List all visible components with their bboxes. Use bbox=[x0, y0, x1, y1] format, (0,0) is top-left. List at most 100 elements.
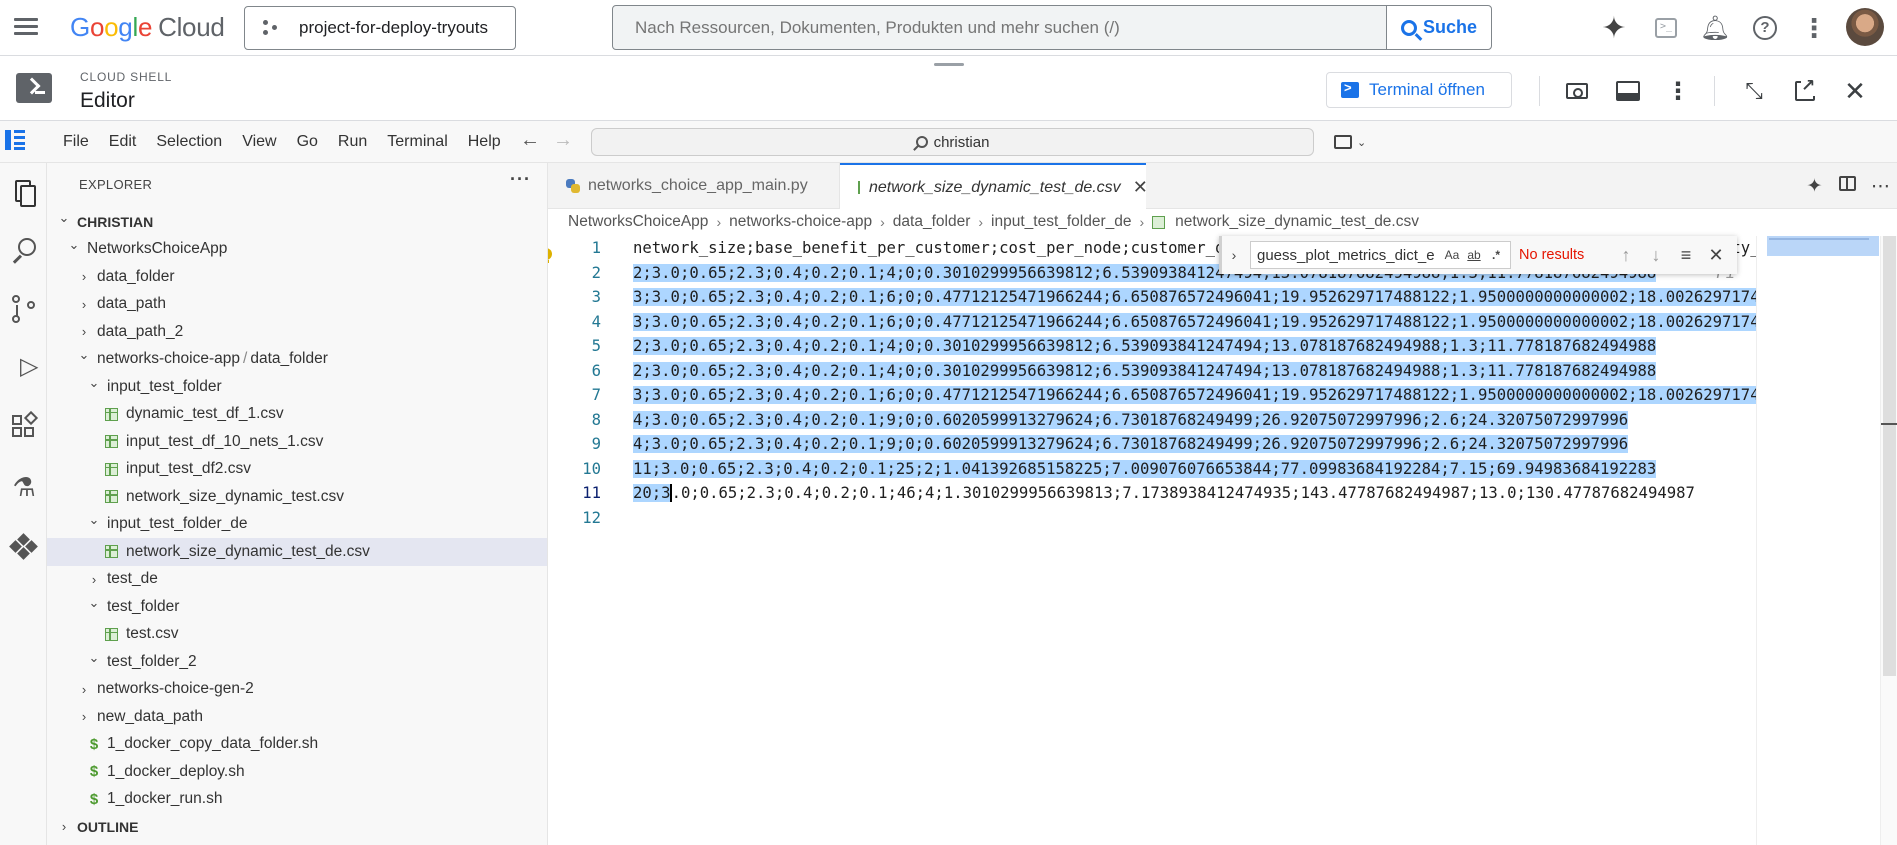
menu-go[interactable]: Go bbox=[287, 121, 328, 163]
remote-icon[interactable] bbox=[7, 530, 41, 564]
code-editor[interactable]: 1 network_size;base_benefit_per_customer;… bbox=[548, 236, 1756, 845]
command-center[interactable]: christian bbox=[591, 128, 1314, 156]
regex-icon[interactable]: .* bbox=[1485, 248, 1507, 262]
explorer-icon[interactable] bbox=[7, 175, 41, 209]
code-line[interactable]: 9 4;3.0;0.65;2.3;0.4;0.2;0.1;9;0;0.602059… bbox=[548, 432, 1756, 456]
find-input[interactable] bbox=[1251, 246, 1441, 264]
breadcrumb-item[interactable]: NetworksChoiceApp bbox=[568, 213, 708, 231]
search-input[interactable] bbox=[613, 6, 1386, 49]
tree-item[interactable]: ⌄ input_test_folder bbox=[47, 373, 547, 401]
minimize-icon[interactable]: ⤡ bbox=[1739, 76, 1769, 106]
explorer-more-icon[interactable]: ··· bbox=[510, 169, 531, 190]
forward-arrow-icon[interactable]: → bbox=[553, 129, 573, 152]
match-whole-word-icon[interactable]: ab bbox=[1463, 248, 1485, 262]
tree-item[interactable]: network_size_dynamic_test_de.csv bbox=[47, 538, 547, 566]
breadcrumb-item[interactable]: networks-choice-app bbox=[729, 213, 872, 231]
tree-item[interactable]: ⌄ NetworksChoiceApp bbox=[47, 236, 547, 264]
next-match-icon[interactable]: ↓ bbox=[1641, 245, 1671, 266]
tree-item[interactable]: › data_path_2 bbox=[47, 318, 547, 346]
menu-help[interactable]: Help bbox=[458, 121, 511, 163]
more-actions-icon[interactable]: ⋯ bbox=[1864, 175, 1897, 198]
tree-item[interactable]: › new_data_path bbox=[47, 703, 547, 731]
terminal-icon[interactable]: >_ bbox=[1650, 12, 1682, 44]
testing-icon[interactable]: ⚗︎ bbox=[7, 470, 41, 504]
project-picker[interactable]: project-for-deploy-tryouts bbox=[244, 6, 516, 50]
code-line[interactable]: 5 2;3.0;0.65;2.3;0.4;0.2;0.1;4;0;0.301029… bbox=[548, 334, 1756, 358]
tree-item[interactable]: ⌄ test_folder_2 bbox=[47, 648, 547, 676]
menu-terminal[interactable]: Terminal bbox=[377, 121, 457, 163]
google-cloud-logo[interactable]: Google Cloud bbox=[70, 12, 225, 43]
search-icon[interactable] bbox=[7, 233, 41, 267]
tree-item[interactable]: test.csv bbox=[47, 621, 547, 649]
gemini-icon[interactable]: ✦ bbox=[1598, 12, 1630, 45]
toggle-replace-icon[interactable]: › bbox=[1222, 247, 1246, 263]
split-editor-icon[interactable] bbox=[1831, 175, 1864, 197]
breadcrumb-item[interactable]: data_folder bbox=[893, 213, 971, 231]
help-icon[interactable]: ? bbox=[1749, 12, 1781, 44]
tree-item[interactable]: › test_de bbox=[47, 566, 547, 594]
tree-item[interactable]: › data_folder bbox=[47, 263, 547, 291]
code-oss-logo-icon[interactable] bbox=[5, 130, 25, 150]
tree-item[interactable]: $1_docker_copy_data_folder.sh bbox=[47, 731, 547, 759]
open-terminal-button[interactable]: Terminal öffnen bbox=[1326, 72, 1512, 108]
tree-item[interactable]: ⌄ CHRISTIAN bbox=[47, 208, 547, 236]
match-case-icon[interactable]: Aa bbox=[1441, 248, 1463, 262]
code-line[interactable]: 7 3;3.0;0.65;2.3;0.4;0.2;0.1;6;0;0.477121… bbox=[548, 383, 1756, 407]
breadcrumb-item[interactable]: input_test_folder_de bbox=[991, 213, 1131, 231]
tree-item[interactable]: network_size_dynamic_test.csv bbox=[47, 483, 547, 511]
open-new-window-icon[interactable] bbox=[1790, 76, 1820, 106]
search-button[interactable]: Suche bbox=[1386, 6, 1491, 49]
scrollbar-thumb[interactable] bbox=[1883, 236, 1896, 676]
previous-match-icon[interactable]: ↑ bbox=[1611, 245, 1641, 266]
gemini-chat-icon[interactable]: ✦ bbox=[1798, 175, 1831, 198]
minimap[interactable] bbox=[1756, 236, 1880, 845]
tree-item[interactable]: › networks-choice-gen-2 bbox=[47, 676, 547, 704]
bell-icon[interactable]: 🔔︎ bbox=[1699, 12, 1731, 44]
tree-item[interactable]: › data_path bbox=[47, 291, 547, 319]
code-line[interactable]: 4 3;3.0;0.65;2.3;0.4;0.2;0.1;6;0;0.477121… bbox=[548, 310, 1756, 334]
tab-network-size-dynamic-test-de[interactable]: network_size_dynamic_test_de.csv ✕ bbox=[840, 163, 1148, 210]
logo-letter: e bbox=[137, 12, 153, 42]
tree-item[interactable]: dynamic_test_df_1.csv bbox=[47, 401, 547, 429]
menu-selection[interactable]: Selection bbox=[146, 121, 232, 163]
layout-icon[interactable] bbox=[1613, 76, 1643, 106]
resize-handle[interactable] bbox=[934, 63, 964, 66]
chat-menu-icon[interactable]: ⌄ bbox=[1334, 130, 1374, 154]
code-line[interactable]: 8 4;3.0;0.65;2.3;0.4;0.2;0.1;9;0;0.602059… bbox=[548, 408, 1756, 432]
more-icon[interactable]: ⋮ bbox=[1663, 76, 1693, 106]
code-line[interactable]: 11 20;3.0;0.65;2.3;0.4;0.2;0.1;46;4;1.301… bbox=[548, 481, 1756, 505]
menu-edit[interactable]: Edit bbox=[99, 121, 147, 163]
tree-item[interactable]: input_test_df2.csv bbox=[47, 456, 547, 484]
tab-networks-choice-app-main[interactable]: networks_choice_app_main.py bbox=[548, 163, 840, 209]
find-in-selection-icon[interactable]: ≡ bbox=[1671, 245, 1701, 266]
menu-view[interactable]: View bbox=[232, 121, 286, 163]
back-arrow-icon[interactable]: ← bbox=[520, 129, 540, 152]
menu-icon[interactable] bbox=[14, 15, 44, 41]
code-line[interactable]: 12 bbox=[548, 506, 1756, 530]
code-line[interactable]: 10 11;3.0;0.65;2.3;0.4;0.2;0.1;25;2;1.041… bbox=[548, 457, 1756, 481]
tree-item[interactable]: input_test_df_10_nets_1.csv bbox=[47, 428, 547, 456]
tree-item[interactable]: $1_docker_deploy.sh bbox=[47, 758, 547, 786]
run-debug-icon[interactable] bbox=[7, 352, 41, 387]
code-line[interactable]: 3 3;3.0;0.65;2.3;0.4;0.2;0.1;6;0;0.477121… bbox=[548, 285, 1756, 309]
tree-item[interactable]: › OUTLINE bbox=[47, 813, 547, 841]
csv-file-icon bbox=[105, 627, 118, 641]
close-find-icon[interactable]: ✕ bbox=[1701, 245, 1731, 266]
menu-file[interactable]: File bbox=[53, 121, 99, 163]
avatar[interactable] bbox=[1846, 8, 1884, 46]
vertical-scrollbar[interactable] bbox=[1880, 236, 1897, 845]
tree-item[interactable]: $1_docker_run.sh bbox=[47, 786, 547, 814]
preview-icon[interactable] bbox=[1562, 76, 1592, 106]
breadcrumb-item[interactable]: network_size_dynamic_test_de.csv bbox=[1175, 213, 1419, 231]
tree-item[interactable]: ⌄ test_folder bbox=[47, 593, 547, 621]
close-icon[interactable]: ✕ bbox=[1840, 76, 1870, 106]
code-line[interactable]: 6 2;3.0;0.65;2.3;0.4;0.2;0.1;4;0;0.301029… bbox=[548, 359, 1756, 383]
menu-run[interactable]: Run bbox=[328, 121, 377, 163]
minimap-slider[interactable] bbox=[1767, 236, 1879, 256]
tree-item[interactable]: ⌄ networks-choice-app / data_folder bbox=[47, 346, 547, 374]
more-icon[interactable]: ⋮ bbox=[1798, 12, 1830, 44]
close-tab-icon[interactable]: ✕ bbox=[1133, 177, 1148, 198]
source-control-icon[interactable] bbox=[7, 293, 41, 327]
extensions-icon[interactable] bbox=[7, 410, 41, 445]
tree-item[interactable]: ⌄ input_test_folder_de bbox=[47, 511, 547, 539]
